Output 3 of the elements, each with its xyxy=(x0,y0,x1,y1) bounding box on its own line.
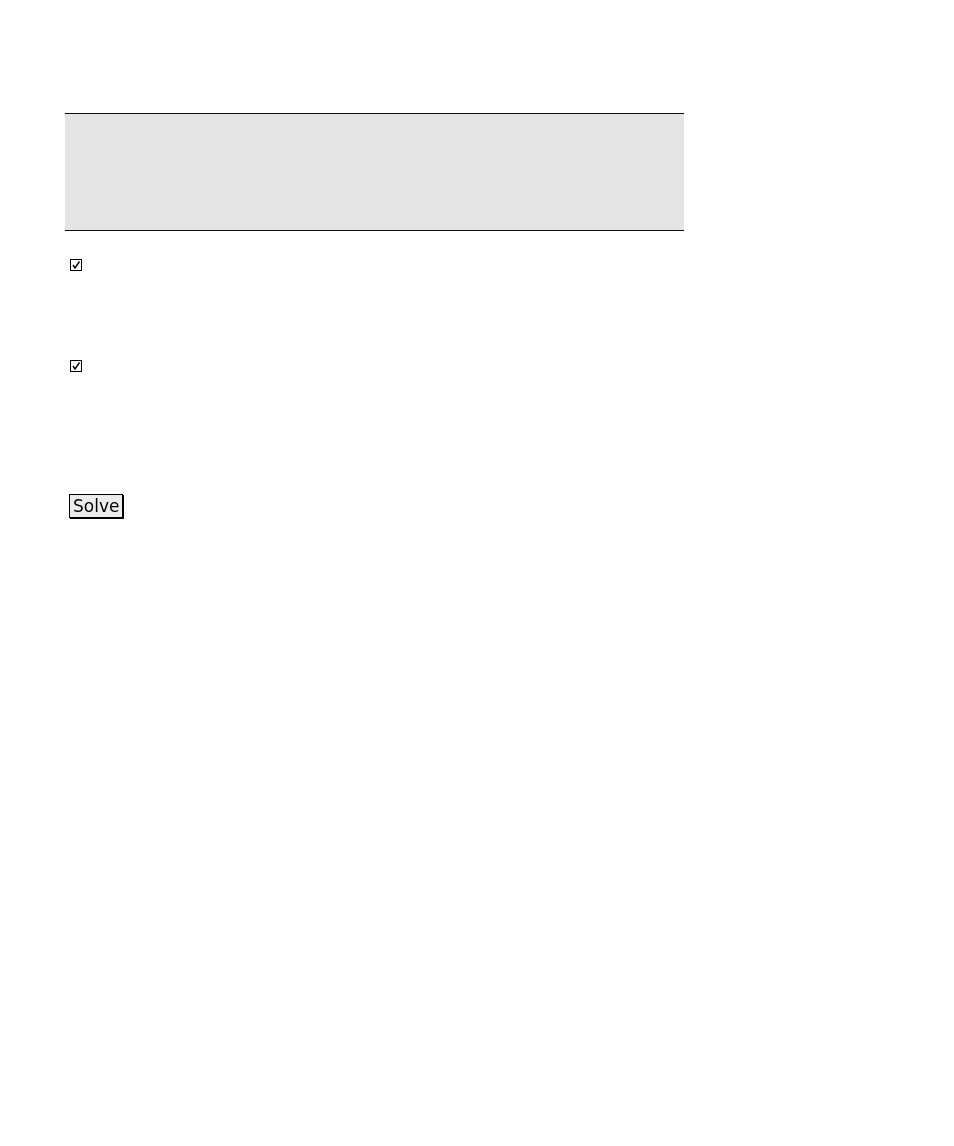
checkbox[interactable] xyxy=(70,259,82,271)
solve-button[interactable]: Solve xyxy=(69,494,124,518)
checkbox[interactable] xyxy=(70,360,82,372)
